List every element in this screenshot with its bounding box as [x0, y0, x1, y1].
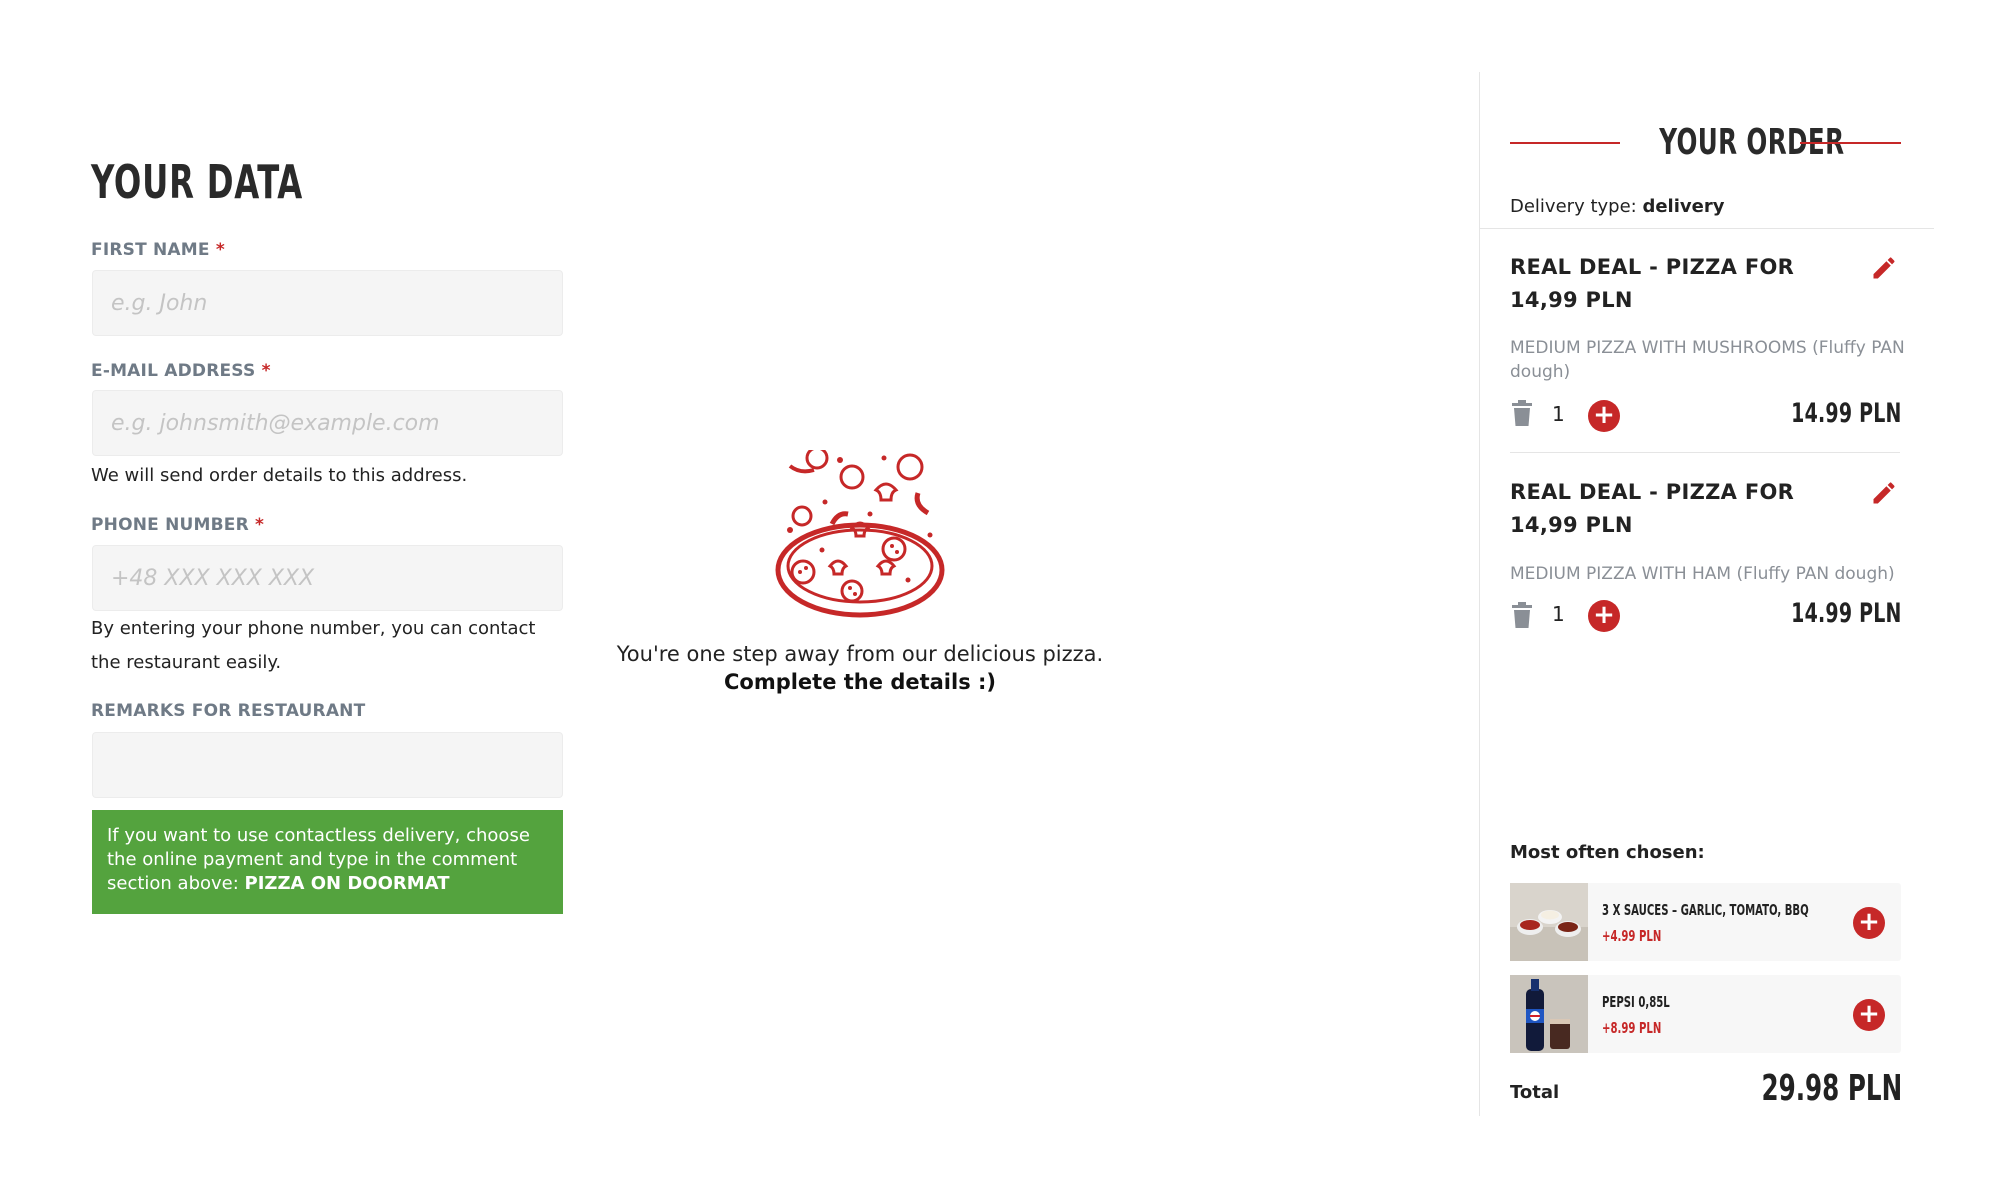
- email-label: E-MAIL ADDRESS *: [91, 361, 271, 381]
- plus-icon: +: [1593, 400, 1615, 430]
- item-price: 14.99 PLN: [1791, 598, 1902, 629]
- plus-icon: +: [1858, 999, 1880, 1029]
- pizza-illustration: [775, 450, 945, 618]
- upsell-price: +4.99 PLN: [1602, 927, 1662, 945]
- upsell-name: 3 X SAUCES – GARLIC, TOMATO, BBQ: [1602, 901, 1809, 919]
- add-upsell-button[interactable]: +: [1853, 907, 1885, 939]
- total-value: 29.98 PLN: [1761, 1068, 1902, 1109]
- form-title: YOUR DATA: [91, 155, 304, 209]
- phone-input[interactable]: [92, 545, 563, 611]
- notice-bold: PIZZA ON DOORMAT: [244, 873, 450, 894]
- plus-icon: +: [1593, 600, 1615, 630]
- pencil-icon[interactable]: [1870, 254, 1898, 282]
- most-chosen-label: Most often chosen:: [1510, 842, 1705, 863]
- promo-message: You're one step away from our delicious …: [616, 642, 1104, 666]
- quantity-value: 1: [1552, 602, 1565, 626]
- trash-icon[interactable]: [1512, 602, 1532, 628]
- title-rule-right: [1800, 142, 1901, 144]
- email-input[interactable]: [92, 390, 563, 456]
- total-label: Total: [1510, 1082, 1560, 1103]
- plus-icon: +: [1858, 907, 1880, 937]
- upsell-name: PEPSI 0,85L: [1602, 993, 1670, 1011]
- add-upsell-button[interactable]: +: [1853, 999, 1885, 1031]
- remarks-label: REMARKS FOR RESTAURANT: [91, 701, 366, 721]
- order-item-title: REAL DEAL - PIZZA FOR 14,99 PLN: [1510, 480, 1795, 537]
- upsell-price: +8.99 PLN: [1602, 1019, 1662, 1037]
- increase-quantity-button[interactable]: +: [1588, 600, 1620, 632]
- promo-cta: Complete the details :): [723, 670, 996, 694]
- phone-label: PHONE NUMBER *: [91, 515, 265, 535]
- trash-icon[interactable]: [1512, 400, 1532, 426]
- increase-quantity-button[interactable]: +: [1588, 400, 1620, 432]
- first-name-input[interactable]: [92, 270, 563, 336]
- remarks-input[interactable]: [92, 732, 563, 798]
- panel-divider: [1480, 228, 1934, 229]
- contactless-notice: If you want to use contactless delivery,…: [92, 810, 563, 914]
- order-title: YOUR ORDER: [1659, 122, 1845, 163]
- upsell-item[interactable]: PEPSI 0,85L +8.99 PLN +: [1510, 975, 1901, 1053]
- item-divider: [1510, 452, 1900, 453]
- upsell-item[interactable]: 3 X SAUCES – GARLIC, TOMATO, BBQ +4.99 P…: [1510, 883, 1901, 961]
- pepsi-thumbnail: [1510, 975, 1588, 1053]
- item-price: 14.99 PLN: [1791, 398, 1902, 429]
- phone-help-text: By entering your phone number, you can c…: [91, 618, 536, 673]
- order-item-description: MEDIUM PIZZA WITH HAM (Fluffy PAN dough): [1510, 564, 1895, 584]
- email-help-text: We will send order details to this addre…: [91, 465, 468, 486]
- quantity-value: 1: [1552, 402, 1565, 426]
- delivery-type: Delivery type: delivery: [1510, 196, 1725, 217]
- pencil-icon[interactable]: [1870, 479, 1898, 507]
- order-item-description: MEDIUM PIZZA WITH MUSHROOMS (Fluffy PAN …: [1510, 338, 1905, 382]
- first-name-label: FIRST NAME *: [91, 240, 225, 260]
- order-item-title: REAL DEAL - PIZZA FOR 14,99 PLN: [1510, 255, 1795, 312]
- sauces-thumbnail: [1510, 883, 1588, 961]
- title-rule-left: [1510, 142, 1620, 144]
